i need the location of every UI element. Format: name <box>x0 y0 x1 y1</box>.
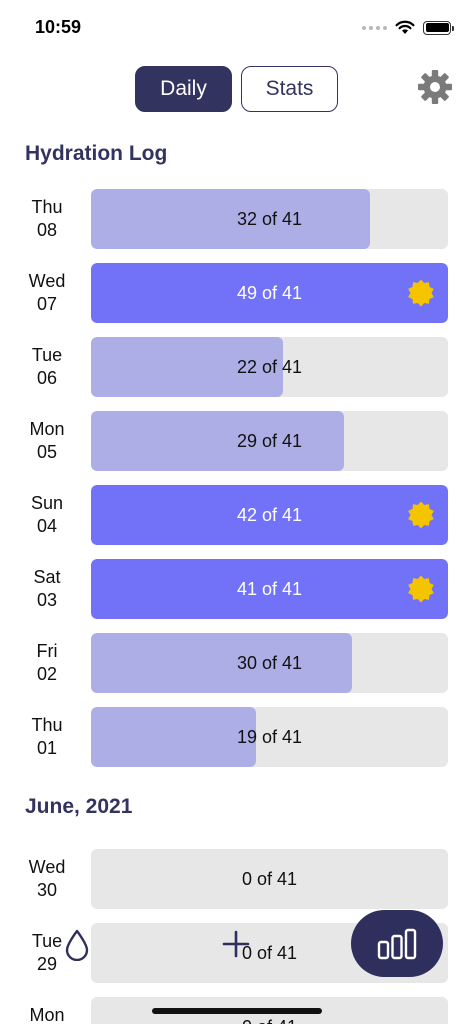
log-row[interactable]: Thu 01 19 of 41 <box>0 707 473 767</box>
progress-text: 49 of 41 <box>236 282 303 303</box>
tab-daily[interactable]: Daily <box>135 66 232 112</box>
gear-icon[interactable] <box>418 70 452 104</box>
progress-bar[interactable]: 49 of 41 <box>91 263 448 323</box>
weekday-label: Sun <box>30 493 64 513</box>
progress-bar[interactable]: 22 of 41 <box>91 337 448 397</box>
sun-badge-icon <box>408 279 434 307</box>
status-time: 10:59 <box>35 17 82 37</box>
stats-fab-button[interactable] <box>351 910 443 977</box>
weekday-label: Tue <box>31 345 63 365</box>
day-label: Wed 30 <box>18 856 76 902</box>
date-label: 01 <box>36 738 58 758</box>
drop-icon[interactable] <box>64 929 90 961</box>
day-label: Sat 03 <box>18 566 76 612</box>
log-row[interactable]: Wed 07 49 of 41 <box>0 263 473 323</box>
date-label: 04 <box>36 516 58 536</box>
day-label: Mon28 <box>18 1004 76 1024</box>
log-row[interactable]: Fri 02 30 of 41 <box>0 633 473 693</box>
date-label: 30 <box>36 880 58 900</box>
progress-text: 32 of 41 <box>236 208 303 229</box>
section-title-month: June, 2021 <box>25 795 133 818</box>
progress-bar[interactable]: 32 of 41 <box>91 189 448 249</box>
day-label: Sun 04 <box>18 492 76 538</box>
log-row[interactable]: Wed 30 0 of 41 <box>0 849 473 909</box>
signal-icon <box>362 25 387 30</box>
progress-text: 30 of 41 <box>236 652 303 673</box>
log-row[interactable]: Sat 03 41 of 41 <box>0 559 473 619</box>
day-label: Tue 06 <box>18 344 76 390</box>
weekday-label: Thu <box>31 715 63 735</box>
status-icons <box>362 20 454 35</box>
plus-icon[interactable] <box>221 929 251 959</box>
weekday-label: Mon <box>29 1005 65 1024</box>
progress-bar[interactable]: 30 of 41 <box>91 633 448 693</box>
day-label: Fri 02 <box>18 640 76 686</box>
progress-text: 0 of 41 <box>241 868 298 889</box>
section-title-hydration-log: Hydration Log <box>25 142 168 165</box>
weekday-label: Sat <box>33 567 61 587</box>
date-label: 08 <box>36 220 58 240</box>
date-label: 06 <box>36 368 58 388</box>
weekday-label: Fri <box>36 641 58 661</box>
day-label: Thu 01 <box>18 714 76 760</box>
day-label: Wed 07 <box>18 270 76 316</box>
view-switcher: Daily Stats <box>135 66 338 112</box>
bar-chart-icon <box>377 928 417 959</box>
progress-bar[interactable]: 41 of 41 <box>91 559 448 619</box>
weekday-label: Mon <box>29 419 65 439</box>
progress-bar[interactable]: 0 of 41 <box>91 849 448 909</box>
home-indicator <box>152 1008 322 1014</box>
progress-text: 22 of 41 <box>236 356 303 377</box>
date-label: 07 <box>36 294 58 314</box>
progress-text: 19 of 41 <box>236 726 303 747</box>
weekday-label: Wed <box>28 271 66 291</box>
sun-badge-icon <box>408 575 434 603</box>
weekday-label: Thu <box>31 197 63 217</box>
progress-text: 41 of 41 <box>236 578 303 599</box>
log-row[interactable]: Tue 06 22 of 41 <box>0 337 473 397</box>
weekday-label: Wed <box>28 857 66 877</box>
battery-icon <box>423 20 454 35</box>
progress-bar[interactable]: 29 of 41 <box>91 411 448 471</box>
status-bar: 10:59 <box>0 0 473 56</box>
date-label: 02 <box>36 664 58 684</box>
progress-bar[interactable]: 19 of 41 <box>91 707 448 767</box>
day-label: Thu 08 <box>18 196 76 242</box>
progress-text: 29 of 41 <box>236 430 303 451</box>
progress-text: 42 of 41 <box>236 504 303 525</box>
tab-stats[interactable]: Stats <box>241 66 338 112</box>
day-label: Mon 05 <box>18 418 76 464</box>
progress-bar[interactable]: 42 of 41 <box>91 485 448 545</box>
date-label: 05 <box>36 442 58 462</box>
date-label: 03 <box>36 590 58 610</box>
log-row[interactable]: Mon 05 29 of 41 <box>0 411 473 471</box>
sun-badge-icon <box>408 501 434 529</box>
log-row[interactable]: Thu 08 32 of 41 <box>0 189 473 249</box>
wifi-icon <box>395 20 415 34</box>
log-row[interactable]: Sun 04 42 of 41 <box>0 485 473 545</box>
